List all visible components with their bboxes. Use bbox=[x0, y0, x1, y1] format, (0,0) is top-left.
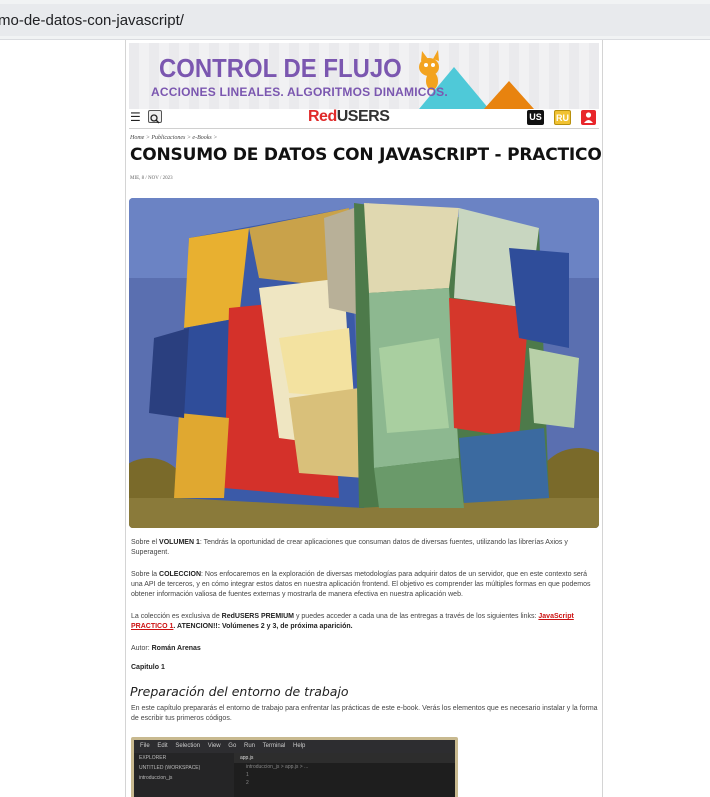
chapter-label: Capitulo 1 bbox=[131, 664, 165, 671]
paragraph-volumen: Sobre el VOLUMEN 1: Tendrás la oportunid… bbox=[131, 538, 599, 558]
menu-item: Selection bbox=[175, 743, 201, 749]
p3-bold: RedUSERS PREMIUM bbox=[221, 613, 295, 620]
line-number: 1 bbox=[246, 772, 249, 778]
p1-bold: VOLUMEN 1 bbox=[159, 539, 200, 546]
logo-red: Red bbox=[308, 108, 337, 125]
p3-suffix: . ATENCION!!: Volúmenes 2 y 3, de próxim… bbox=[173, 623, 353, 630]
banner-subtitle: ACCIONES LINEALES. ALGORITMOS DINAMICOS. bbox=[151, 85, 448, 99]
paragraph-premium: La colección es exclusiva de RedUSERS PR… bbox=[131, 612, 599, 632]
menu-item: Help bbox=[293, 743, 306, 749]
page-content: CONTROL DE FLUJO ACCIONES LINEALES. ALGO… bbox=[125, 40, 603, 797]
p2-bold: COLECCION bbox=[159, 571, 202, 578]
logo-dark: USERS bbox=[336, 108, 390, 125]
us-badge[interactable]: US bbox=[527, 110, 544, 125]
breadcrumb[interactable]: Home > Publicaciones > e-Books > bbox=[130, 135, 217, 141]
folder-label: introduccion_js bbox=[139, 775, 173, 781]
menu-item: Run bbox=[243, 743, 255, 749]
redusers-logo[interactable]: RedUSERS bbox=[308, 108, 390, 126]
url-field[interactable]: mo-de-datos-con-javascript/ bbox=[0, 4, 710, 36]
menu-item: View bbox=[207, 743, 221, 749]
menu-item: Terminal bbox=[262, 743, 286, 749]
user-icon[interactable] bbox=[581, 110, 596, 125]
tab-app-js: app.js bbox=[240, 755, 254, 761]
editor-code: introduccion_js > app.js > ... 1 2 bbox=[234, 763, 455, 797]
scratch-cat-icon bbox=[419, 50, 439, 90]
editor-screenshot: File Edit Selection View Go Run Terminal… bbox=[131, 737, 458, 797]
paragraph-coleccion: Sobre la COLECCION: Nos enfocaremos en l… bbox=[131, 570, 599, 600]
p1-prefix: Sobre el bbox=[131, 539, 160, 546]
ad-banner[interactable]: CONTROL DE FLUJO ACCIONES LINEALES. ALGO… bbox=[129, 43, 599, 109]
banner-title: CONTROL DE FLUJO bbox=[159, 53, 402, 83]
hero-image bbox=[129, 198, 599, 528]
section-paragraph: En este capítulo prepararás el entorno d… bbox=[131, 705, 598, 722]
page-title: CONSUMO DE DATOS CON JAVASCRIPT - PRACTI… bbox=[130, 145, 602, 165]
banner-triangle-orange bbox=[484, 81, 534, 109]
p3-prefix: La colección es exclusiva de bbox=[131, 613, 222, 620]
publish-date: MIE, 8 / NOV / 2023 bbox=[130, 176, 173, 181]
editor-breadcrumb: introduccion_js > app.js > ... bbox=[246, 764, 309, 770]
search-icon[interactable] bbox=[148, 110, 162, 124]
author-line: Autor: Román Arenas bbox=[131, 644, 599, 654]
site-navbar: ☰ RedUSERS US RU bbox=[129, 108, 599, 129]
workspace-label: UNTITLED (WORKSPACE) bbox=[139, 765, 201, 771]
cubist-faces-illustration bbox=[129, 198, 599, 528]
editor-window: File Edit Selection View Go Run Terminal… bbox=[134, 740, 455, 797]
url-text[interactable]: mo-de-datos-con-javascript/ bbox=[0, 12, 184, 29]
menu-item: Go bbox=[228, 743, 237, 749]
browser-address-bar: mo-de-datos-con-javascript/ bbox=[0, 0, 710, 40]
menu-item: Edit bbox=[157, 743, 168, 749]
p2-prefix: Sobre la bbox=[131, 571, 160, 578]
hamburger-icon[interactable]: ☰ bbox=[130, 111, 141, 123]
ru-badge[interactable]: RU bbox=[554, 110, 571, 125]
section-heading: Preparación del entorno de trabajo bbox=[130, 684, 349, 699]
editor-menubar: File Edit Selection View Go Run Terminal… bbox=[134, 740, 455, 753]
author-label: Autor: bbox=[131, 645, 152, 652]
explorer-title: EXPLORER bbox=[139, 755, 167, 761]
editor-tabs: app.js bbox=[234, 753, 455, 763]
editor-explorer: EXPLORER UNTITLED (WORKSPACE) introducci… bbox=[134, 753, 234, 797]
p3-text: y puedes acceder a cada una de las entre… bbox=[294, 613, 539, 620]
menu-item: File bbox=[140, 743, 150, 749]
line-number: 2 bbox=[246, 780, 249, 786]
author-name: Román Arenas bbox=[151, 645, 201, 652]
